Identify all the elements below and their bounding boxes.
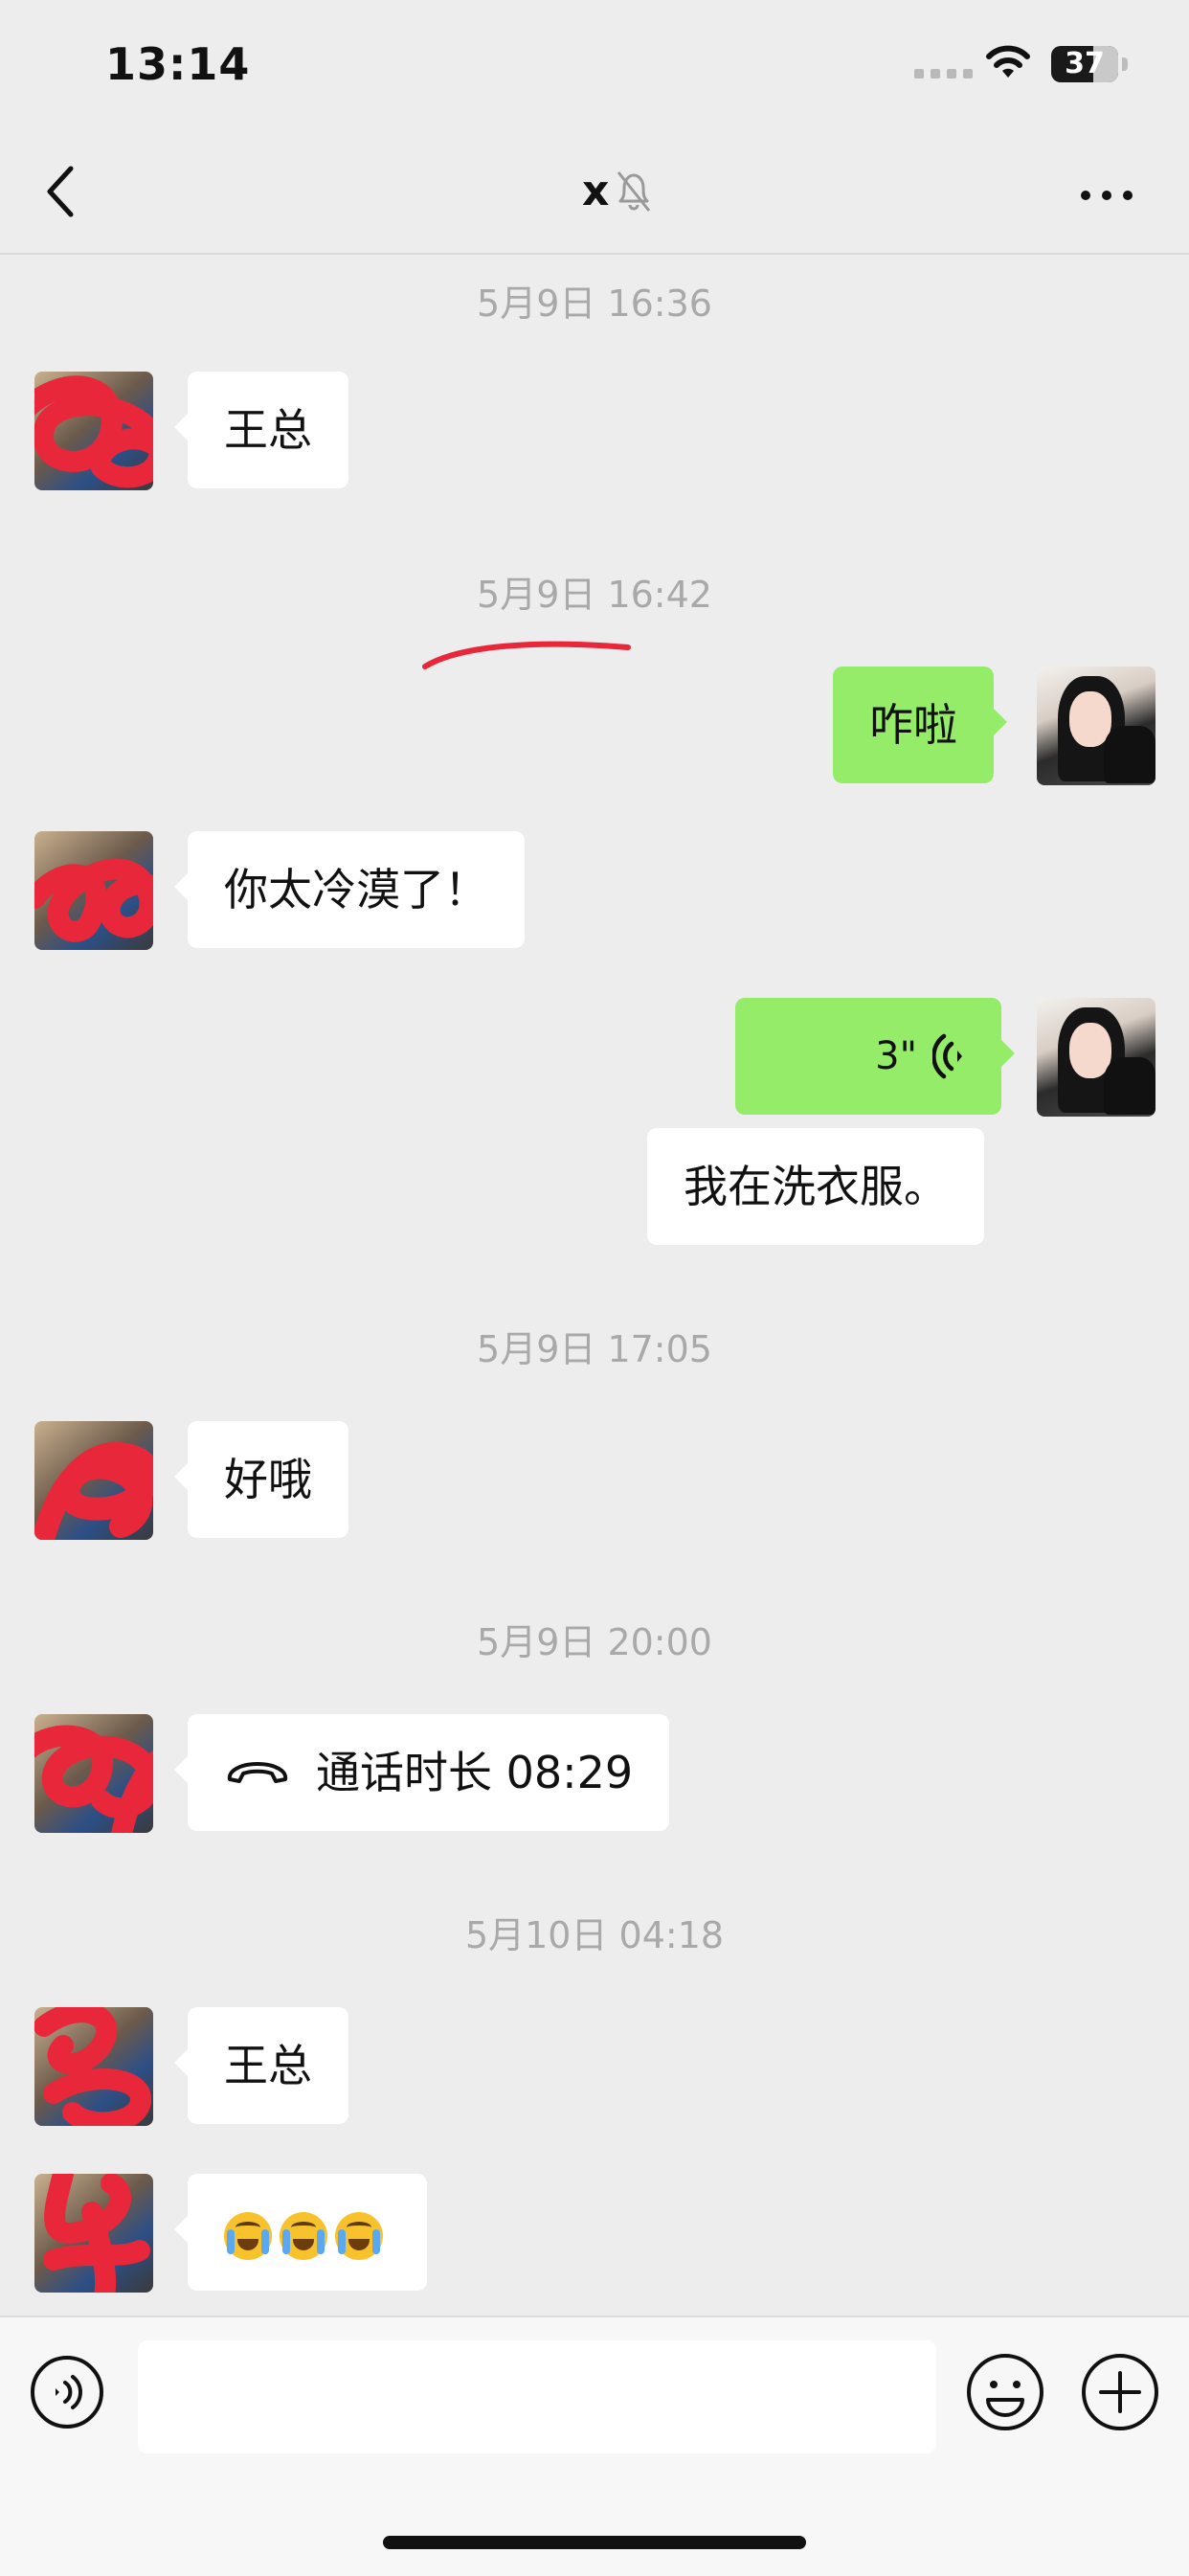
crying-emoji-icon [335,2211,383,2260]
battery-icon: 37 [1051,46,1128,82]
message-timestamp: 5月9日 16:42 [477,574,712,616]
message-text: 你太冷漠了！ [224,864,488,915]
redaction-scribble [43,2174,150,2293]
wifi-icon [986,45,1030,78]
more-options-icon[interactable] [1078,186,1135,205]
received-message-bubble[interactable]: 好哦 [174,1421,348,1538]
crying-emoji-icon [224,2211,272,2260]
my-avatar[interactable] [1037,667,1155,785]
message-timestamp: 5月9日 20:00 [477,1621,712,1663]
contact-avatar[interactable] [34,2174,153,2293]
message-text: 我在洗衣服。 [684,1161,948,1212]
voice-transcript-bubble[interactable]: 我在洗衣服。 [647,1128,984,1245]
emoji-picker-icon[interactable] [965,2352,1045,2432]
crying-emoji-icon [280,2211,327,2260]
redaction-scribble [34,1725,153,1833]
home-indicator[interactable] [383,2536,806,2549]
cellular-signal-icon [914,69,973,79]
voice-wave-icon [932,1033,962,1079]
redaction-scribble [34,375,153,488]
redaction-scribble [34,858,153,942]
status-time: 13:14 [105,38,251,90]
back-icon[interactable] [42,163,80,220]
call-duration-text: 通话时长 08:29 [316,1747,634,1798]
message-timestamp: 5月10日 04:18 [464,1914,725,1956]
message-input[interactable] [138,2340,936,2453]
status-bar: 13:14 37 [0,0,1189,134]
message-text: 好哦 [224,1454,312,1505]
emoji-message-bubble[interactable] [174,2174,427,2291]
message-text: 王总 [224,2040,312,2091]
red-underline-annotation [422,641,631,669]
chat-title: x [582,167,610,215]
received-message-bubble[interactable]: 你太冷漠了！ [174,831,525,948]
chat-header: x [0,134,1189,255]
sent-message-bubble[interactable]: 咋啦 [833,667,1007,783]
hang-up-phone-icon [227,1762,288,1783]
contact-avatar[interactable] [34,1714,153,1833]
message-text: 王总 [224,404,312,456]
message-timestamp: 5月9日 16:36 [477,282,712,325]
voice-duration: 3" [875,1034,917,1078]
contact-avatar[interactable] [34,372,153,490]
input-bar [0,2316,1189,2576]
voice-input-icon[interactable] [29,2354,105,2430]
more-actions-plus-icon[interactable] [1080,2352,1160,2432]
battery-level: 37 [1065,47,1105,80]
redaction-scribble [34,1442,153,1540]
received-message-bubble[interactable]: 王总 [174,2007,348,2124]
message-text: 咋啦 [869,699,957,751]
my-avatar[interactable] [1037,998,1155,1117]
contact-avatar[interactable] [34,2007,153,2126]
redaction-scribble [34,2007,151,2126]
call-record-bubble[interactable]: 通话时长 08:29 [173,1714,670,1831]
contact-avatar[interactable] [34,1421,153,1540]
mute-bell-icon [617,171,651,212]
voice-message-bubble[interactable]: 3" [735,998,1015,1115]
contact-avatar[interactable] [34,831,153,950]
message-timestamp: 5月9日 17:05 [477,1328,712,1370]
received-message-bubble[interactable]: 王总 [174,372,348,488]
